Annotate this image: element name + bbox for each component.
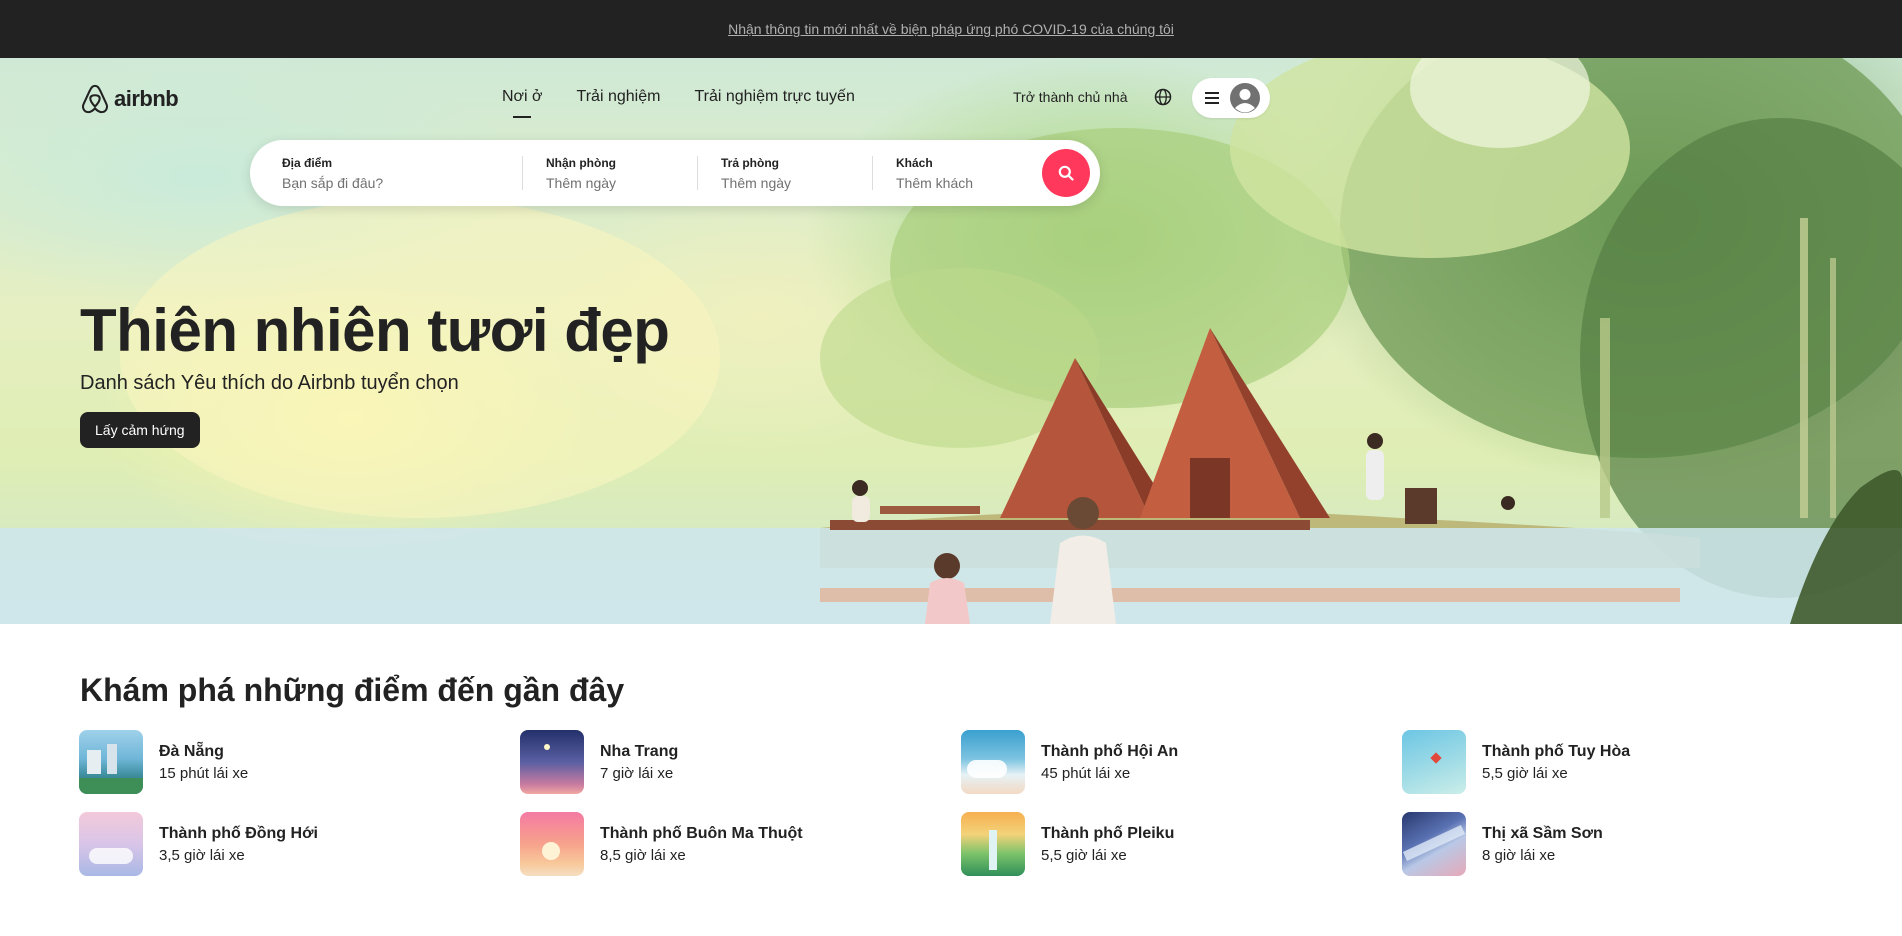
destination-grid: Đà Nẵng 15 phút lái xe Nha Trang 7 giờ l… — [79, 730, 1839, 876]
guests-field[interactable]: Khách Thêm khách — [872, 140, 1042, 206]
destination-thumbnail — [79, 812, 143, 876]
covid-info-link[interactable]: Nhận thông tin mới nhất về biện pháp ứng… — [728, 21, 1174, 37]
destination-thumbnail — [79, 730, 143, 794]
destination-item[interactable]: Thành phố Buôn Ma Thuột 8,5 giờ lái xe — [520, 812, 961, 876]
search-bar: Địa điểm Bạn sắp đi đâu? Nhận phòng Thêm… — [250, 140, 1100, 206]
tab-online-experiences[interactable]: Trải nghiệm trực tuyến — [694, 88, 854, 106]
location-field[interactable]: Địa điểm Bạn sắp đi đâu? — [250, 140, 522, 206]
destination-item[interactable]: Nha Trang 7 giờ lái xe — [520, 730, 961, 794]
user-menu-button[interactable] — [1192, 78, 1270, 118]
checkin-placeholder: Thêm ngày — [546, 174, 617, 191]
checkout-label: Trả phòng — [721, 155, 779, 170]
destination-thumbnail — [520, 730, 584, 794]
hamburger-icon — [1205, 92, 1219, 104]
explore-title: Khám phá những điểm đến gần đây — [80, 672, 625, 708]
destination-drive-time: 5,5 giờ lái xe — [1482, 764, 1568, 782]
destination-name: Thành phố Pleiku — [1041, 824, 1175, 842]
become-host-link[interactable]: Trở thành chủ nhà — [1013, 89, 1128, 105]
globe-icon[interactable] — [1154, 88, 1172, 106]
destination-name: Thành phố Tuy Hòa — [1482, 742, 1631, 760]
location-placeholder: Bạn sắp đi đâu? — [282, 174, 384, 191]
destination-item[interactable]: Thành phố Hội An 45 phút lái xe — [961, 730, 1402, 794]
destination-thumbnail — [1402, 812, 1466, 876]
destination-name: Thành phố Đồng Hới — [159, 824, 318, 842]
airbnb-logo[interactable]: airbnb — [80, 83, 179, 115]
get-inspired-button[interactable]: Lấy cảm hứng — [80, 412, 200, 448]
destination-drive-time: 7 giờ lái xe — [600, 764, 674, 782]
guests-label: Khách — [896, 155, 933, 170]
location-label: Địa điểm — [282, 155, 333, 170]
user-avatar-icon — [1230, 83, 1260, 113]
destination-drive-time: 45 phút lái xe — [1041, 764, 1131, 782]
destination-name: Đà Nẵng — [159, 742, 224, 760]
destination-name: Thị xã Sầm Sơn — [1482, 824, 1603, 842]
main-nav: Nơi ở Trải nghiệm Trải nghiệm trực tuyến — [502, 88, 855, 118]
checkin-field[interactable]: Nhận phòng Thêm ngày — [522, 140, 697, 206]
destination-name: Nha Trang — [600, 742, 679, 760]
checkin-label: Nhận phòng — [546, 155, 616, 170]
guests-placeholder: Thêm khách — [896, 174, 974, 191]
destination-drive-time: 5,5 giờ lái xe — [1041, 846, 1127, 864]
destination-drive-time: 3,5 giờ lái xe — [159, 846, 245, 864]
tab-stays[interactable]: Nơi ở — [502, 88, 543, 118]
destination-item[interactable]: Thành phố Đồng Hới 3,5 giờ lái xe — [79, 812, 520, 876]
destination-item[interactable]: Thành phố Pleiku 5,5 giờ lái xe — [961, 812, 1402, 876]
destination-name: Thành phố Buôn Ma Thuột — [600, 824, 803, 842]
logo-text: airbnb — [114, 86, 179, 111]
destination-item[interactable]: Thị xã Sầm Sơn 8 giờ lái xe — [1402, 812, 1843, 876]
destination-drive-time: 15 phút lái xe — [159, 764, 249, 782]
destination-item[interactable]: Đà Nẵng 15 phút lái xe — [79, 730, 520, 794]
destination-drive-time: 8 giờ lái xe — [1482, 846, 1556, 864]
destination-thumbnail — [961, 812, 1025, 876]
covid-banner: Nhận thông tin mới nhất về biện pháp ứng… — [0, 0, 1902, 58]
hero-title: Thiên nhiên tươi đẹp — [80, 297, 670, 364]
checkout-field[interactable]: Trả phòng Thêm ngày — [697, 140, 872, 206]
checkout-placeholder: Thêm ngày — [721, 174, 792, 191]
hero-subtitle: Danh sách Yêu thích do Airbnb tuyển chọn — [80, 372, 459, 394]
search-icon — [1058, 165, 1074, 181]
destination-name: Thành phố Hội An — [1041, 742, 1179, 760]
airbnb-logo-icon — [82, 84, 108, 114]
tab-experiences[interactable]: Trải nghiệm — [577, 88, 661, 106]
destination-drive-time: 8,5 giờ lái xe — [600, 846, 686, 864]
hero-section: airbnb Nơi ở Trải nghiệm Trải nghiệm trự… — [0, 58, 1902, 624]
destination-thumbnail — [520, 812, 584, 876]
search-button[interactable] — [1042, 149, 1090, 197]
destination-thumbnail — [961, 730, 1025, 794]
destination-item[interactable]: Thành phố Tuy Hòa 5,5 giờ lái xe — [1402, 730, 1843, 794]
destination-thumbnail — [1402, 730, 1466, 794]
